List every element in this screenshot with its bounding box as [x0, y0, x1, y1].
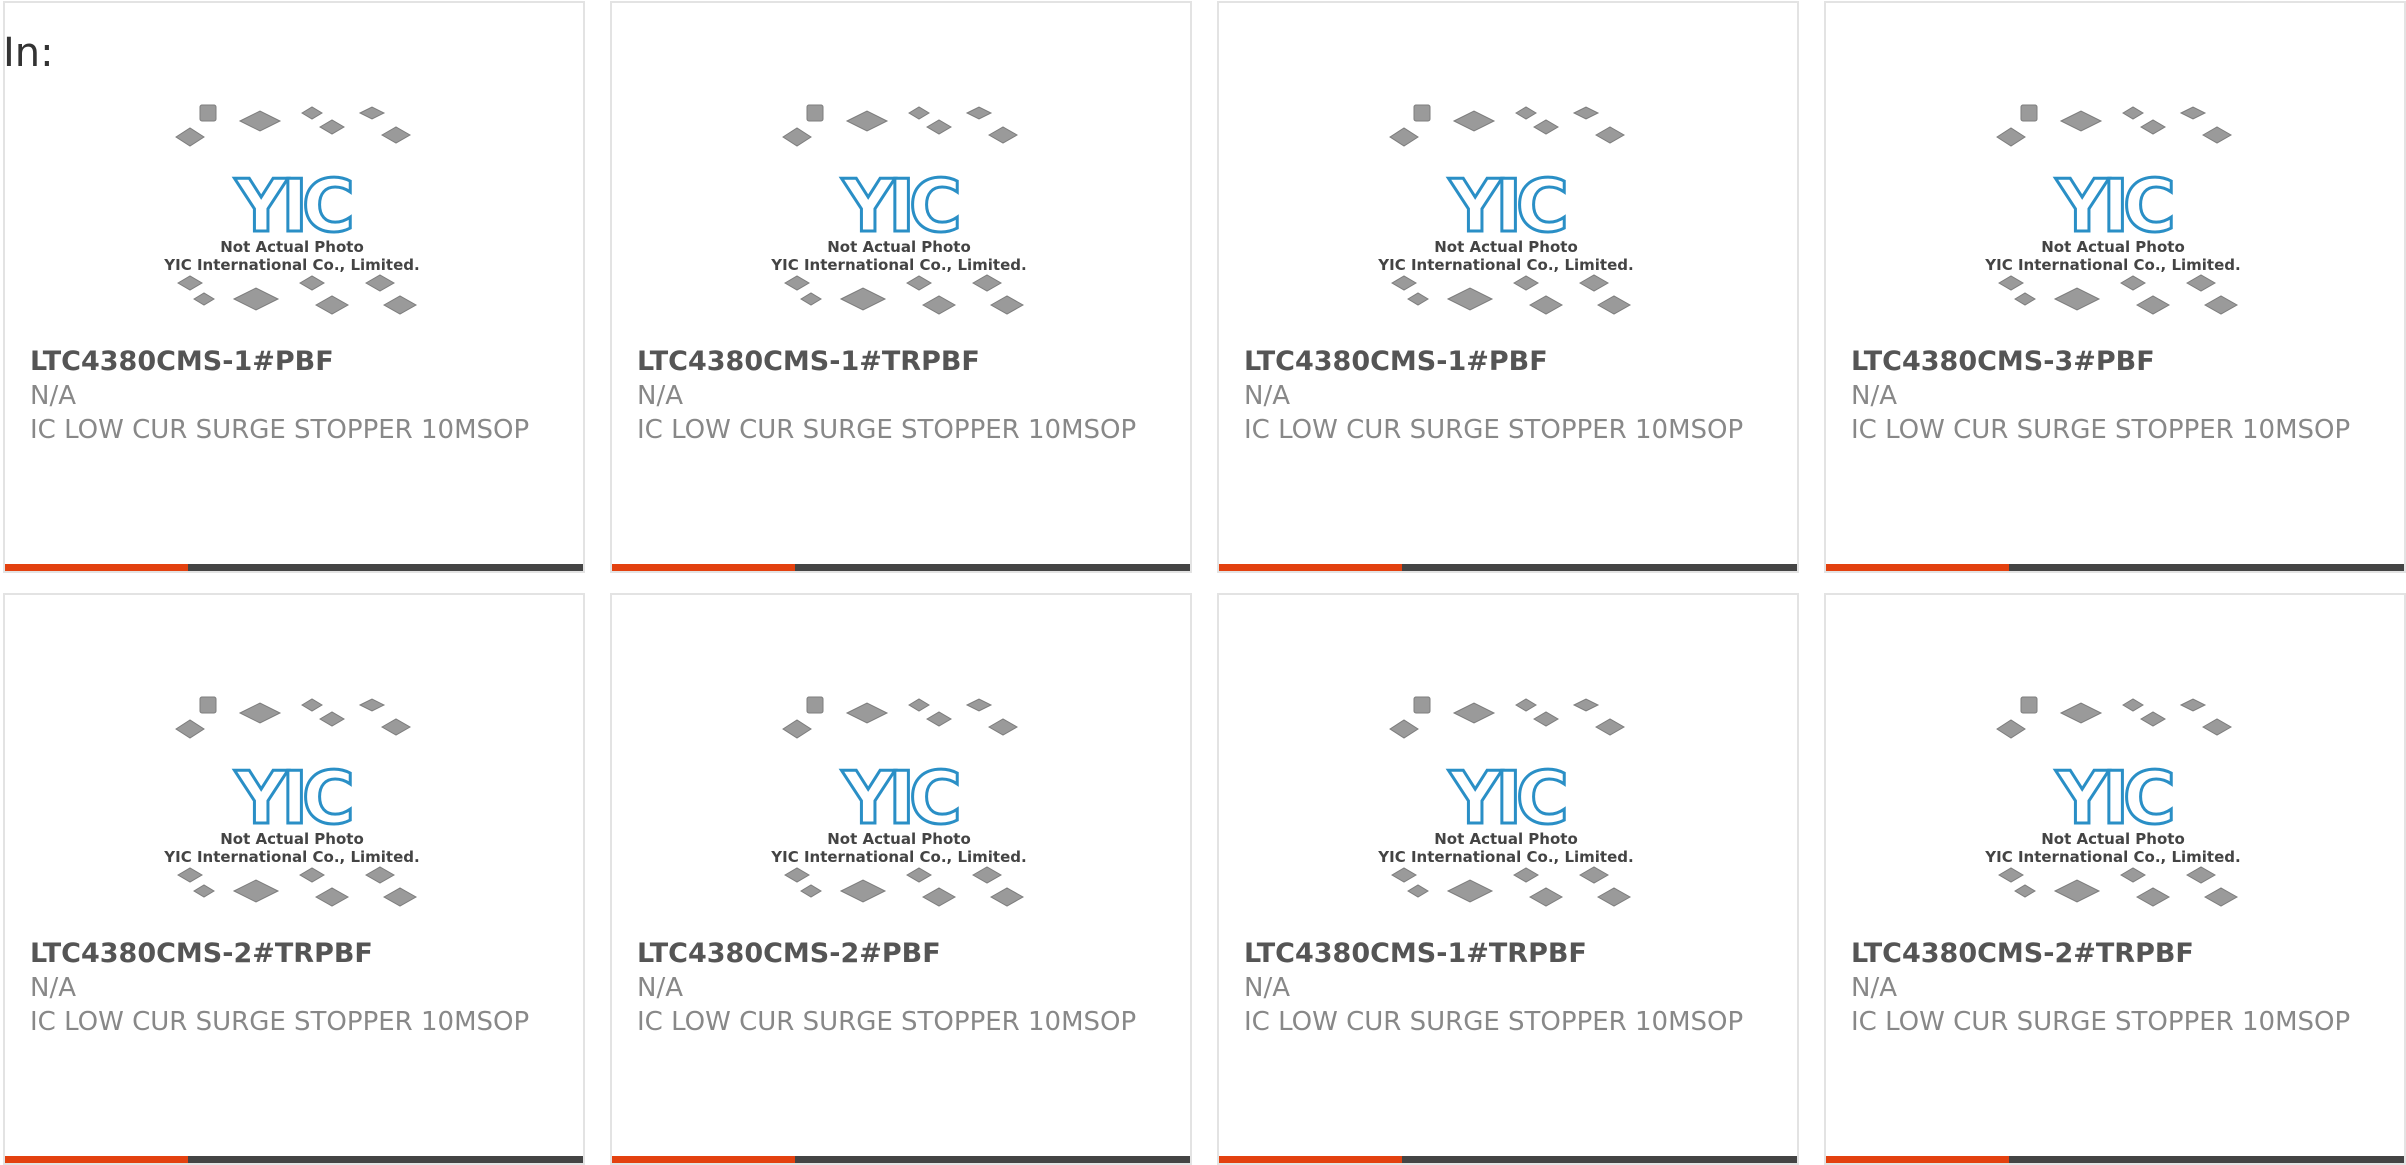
product-thumbnail[interactable]: YIC Not Actual Photo YIC International Co.… — [1374, 93, 1638, 333]
manufacturer: N/A — [1244, 381, 1290, 411]
part-number[interactable]: LTC4380CMS-2#TRPBF — [1851, 937, 2384, 971]
product-card[interactable]: YIC Not Actual Photo YIC International Co.… — [3, 593, 585, 1165]
thumbnail-caption-line1: Not Actual Photo — [2041, 830, 2185, 848]
product-card[interactable]: YIC Not Actual Photo YIC International Co.… — [610, 593, 1192, 1165]
card-footer-bar — [1219, 564, 1797, 571]
footer-accent — [5, 1156, 188, 1163]
footer-accent — [612, 1156, 795, 1163]
product-card[interactable]: YIC Not Actual Photo YIC International Co.… — [610, 1, 1192, 573]
product-thumbnail[interactable]: YIC Not Actual Photo YIC International Co.… — [160, 93, 424, 333]
not-actual-photo-image: YICNot Actual PhotoYIC International Co.… — [1377, 696, 1634, 907]
part-number[interactable]: LTC4380CMS-1#TRPBF — [637, 345, 1170, 379]
card-footer-bar — [1826, 564, 2404, 571]
card-footer-bar — [612, 1156, 1190, 1163]
part-number[interactable]: LTC4380CMS-2#PBF — [637, 937, 1170, 971]
product-thumbnail[interactable]: YIC Not Actual Photo YIC International Co.… — [160, 685, 424, 925]
description: IC LOW CUR SURGE STOPPER 10MSOP — [1851, 1007, 2351, 1037]
product-thumbnail[interactable]: YIC Not Actual Photo YIC International Co.… — [1981, 93, 2245, 333]
not-actual-photo-image: YICNot Actual PhotoYIC International Co.… — [1377, 104, 1634, 315]
thumbnail-caption-line1: Not Actual Photo — [1434, 238, 1578, 256]
yic-logo-icon: YIC — [841, 756, 958, 840]
thumbnail-caption-line2: YIC International Co., Limited. — [770, 256, 1026, 274]
thumbnail-caption-line2: YIC International Co., Limited. — [770, 848, 1026, 866]
thumbnail-caption-line1: Not Actual Photo — [1434, 830, 1578, 848]
footer-accent — [612, 564, 795, 571]
part-number[interactable]: LTC4380CMS-1#PBF — [30, 345, 563, 379]
card-footer-bar — [5, 1156, 583, 1163]
not-actual-photo-image: YICNot Actual PhotoYIC International Co.… — [1984, 104, 2241, 315]
yic-logo-icon: YIC — [2055, 756, 2172, 840]
product-thumbnail[interactable]: YIC Not Actual Photo YIC International Co.… — [1374, 685, 1638, 925]
part-number[interactable]: LTC4380CMS-1#TRPBF — [1244, 937, 1777, 971]
manufacturer: N/A — [637, 381, 683, 411]
product-card[interactable]: YIC Not Actual Photo YIC International Co.… — [1217, 593, 1799, 1165]
manufacturer: N/A — [30, 381, 76, 411]
footer-accent — [5, 564, 188, 571]
product-thumbnail[interactable]: YIC Not Actual Photo YIC International Co.… — [1981, 685, 2245, 925]
manufacturer: N/A — [1851, 973, 1897, 1003]
description: IC LOW CUR SURGE STOPPER 10MSOP — [1244, 1007, 1744, 1037]
product-info: LTC4380CMS-1#PBF N/A IC LOW CUR SURGE ST… — [30, 345, 563, 447]
yic-logo-icon: YIC — [1448, 164, 1565, 248]
description: IC LOW CUR SURGE STOPPER 10MSOP — [30, 1007, 530, 1037]
part-number[interactable]: LTC4380CMS-3#PBF — [1851, 345, 2384, 379]
manufacturer: N/A — [637, 973, 683, 1003]
not-actual-photo-image: YICNot Actual PhotoYIC International Co.… — [770, 696, 1027, 907]
manufacturer: N/A — [1244, 973, 1290, 1003]
product-thumbnail[interactable]: YIC Not Actual Photo YIC International Co.… — [767, 93, 1031, 333]
thumbnail-caption-line1: Not Actual Photo — [827, 830, 971, 848]
not-actual-photo-image: YICNot Actual PhotoYIC International Co.… — [1984, 696, 2241, 907]
footer-accent — [1219, 564, 1402, 571]
thumbnail-caption-line1: Not Actual Photo — [827, 238, 971, 256]
thumbnail-caption-line1: Not Actual Photo — [2041, 238, 2185, 256]
manufacturer: N/A — [1851, 381, 1897, 411]
part-number[interactable]: LTC4380CMS-2#TRPBF — [30, 937, 563, 971]
thumbnail-caption-line2: YIC International Co., Limited. — [1984, 256, 2240, 274]
yic-logo-icon: YIC — [234, 756, 351, 840]
thumbnail-caption-line2: YIC International Co., Limited. — [163, 256, 419, 274]
page-label: In: — [3, 30, 54, 76]
yic-logo-icon: YIC — [841, 164, 958, 248]
card-footer-bar — [1826, 1156, 2404, 1163]
footer-accent — [1826, 1156, 2009, 1163]
product-grid: YIC Not Actual Photo YIC International Co.… — [3, 1, 2406, 1165]
yic-logo-icon: YIC — [234, 164, 351, 248]
yic-logo-icon: YIC — [2055, 164, 2172, 248]
product-thumbnail[interactable]: YIC Not Actual Photo YIC International Co.… — [767, 685, 1031, 925]
product-card[interactable]: YIC Not Actual Photo YIC International Co.… — [3, 1, 585, 573]
product-info: LTC4380CMS-2#TRPBF N/A IC LOW CUR SURGE … — [1851, 937, 2384, 1039]
product-info: LTC4380CMS-2#TRPBF N/A IC LOW CUR SURGE … — [30, 937, 563, 1039]
description: IC LOW CUR SURGE STOPPER 10MSOP — [1244, 415, 1744, 445]
not-actual-photo-image: YICNot Actual PhotoYIC International Co.… — [163, 104, 420, 315]
product-info: LTC4380CMS-1#PBF N/A IC LOW CUR SURGE ST… — [1244, 345, 1777, 447]
card-footer-bar — [612, 564, 1190, 571]
card-footer-bar — [5, 564, 583, 571]
product-card[interactable]: YIC Not Actual Photo YIC International Co.… — [1217, 1, 1799, 573]
thumbnail-caption-line1: Not Actual Photo — [220, 238, 364, 256]
product-info: LTC4380CMS-1#TRPBF N/A IC LOW CUR SURGE … — [637, 345, 1170, 447]
manufacturer: N/A — [30, 973, 76, 1003]
product-card[interactable]: YIC Not Actual Photo YIC International Co.… — [1824, 1, 2406, 573]
product-info: LTC4380CMS-2#PBF N/A IC LOW CUR SURGE ST… — [637, 937, 1170, 1039]
not-actual-photo-image: YICNot Actual PhotoYIC International Co.… — [770, 104, 1027, 315]
thumbnail-caption-line2: YIC International Co., Limited. — [1984, 848, 2240, 866]
thumbnail-caption-line2: YIC International Co., Limited. — [1377, 848, 1633, 866]
description: IC LOW CUR SURGE STOPPER 10MSOP — [1851, 415, 2351, 445]
thumbnail-caption-line1: Not Actual Photo — [220, 830, 364, 848]
thumbnail-caption-line2: YIC International Co., Limited. — [1377, 256, 1633, 274]
product-info: LTC4380CMS-3#PBF N/A IC LOW CUR SURGE ST… — [1851, 345, 2384, 447]
footer-accent — [1219, 1156, 1402, 1163]
product-info: LTC4380CMS-1#TRPBF N/A IC LOW CUR SURGE … — [1244, 937, 1777, 1039]
yic-logo-icon: YIC — [1448, 756, 1565, 840]
thumbnail-caption-line2: YIC International Co., Limited. — [163, 848, 419, 866]
description: IC LOW CUR SURGE STOPPER 10MSOP — [30, 415, 530, 445]
product-card[interactable]: YIC Not Actual Photo YIC International Co.… — [1824, 593, 2406, 1165]
card-footer-bar — [1219, 1156, 1797, 1163]
description: IC LOW CUR SURGE STOPPER 10MSOP — [637, 1007, 1137, 1037]
part-number[interactable]: LTC4380CMS-1#PBF — [1244, 345, 1777, 379]
not-actual-photo-image: YICNot Actual PhotoYIC International Co.… — [163, 696, 420, 907]
description: IC LOW CUR SURGE STOPPER 10MSOP — [637, 415, 1137, 445]
footer-accent — [1826, 564, 2009, 571]
